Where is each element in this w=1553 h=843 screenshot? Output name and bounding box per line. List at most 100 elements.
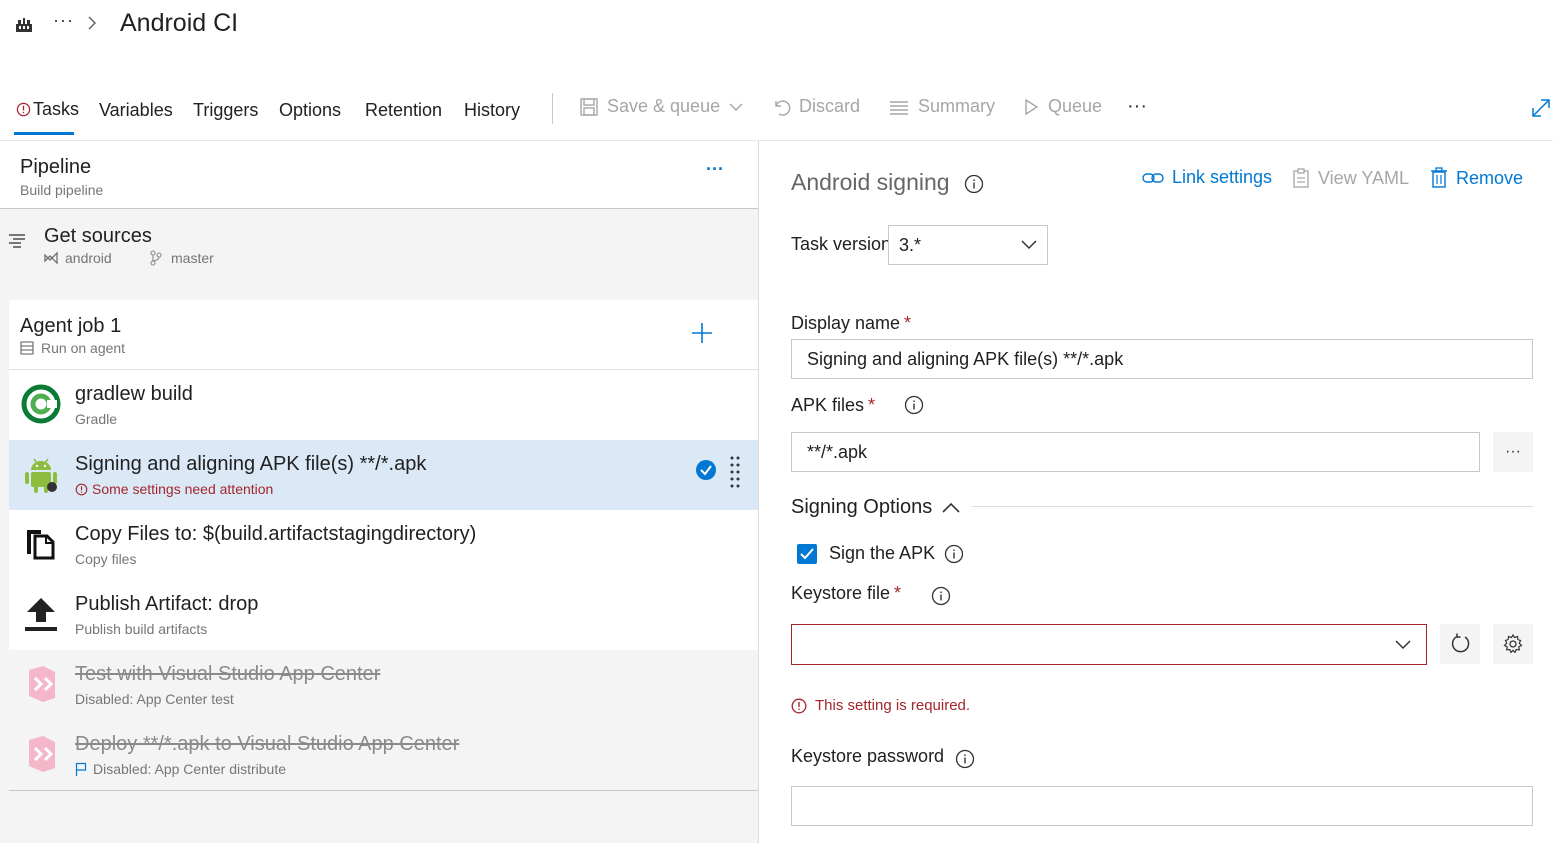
queue-button[interactable]: Queue <box>1022 96 1102 117</box>
breadcrumb-more-button[interactable]: ··· <box>53 10 74 31</box>
display-name-label: Display name * <box>791 313 911 334</box>
browse-button[interactable]: ··· <box>1493 432 1533 472</box>
task-list-bottom-border <box>9 790 758 791</box>
toolbar-more-button[interactable]: ··· <box>1127 95 1147 118</box>
sign-apk-label: Sign the APK <box>829 543 936 563</box>
task-row-copy-files[interactable]: Copy Files to: $(build.artifactstagingdi… <box>9 510 758 580</box>
summary-list-icon <box>890 100 908 115</box>
task-warning-text: Some settings need attention <box>92 481 274 497</box>
save-icon <box>580 97 598 116</box>
task-version-select[interactable]: 3.* <box>888 225 1048 265</box>
chevron-up-icon <box>942 502 960 513</box>
agent-job-header[interactable]: Agent job 1 Run on agent <box>9 300 758 370</box>
agent-job-subtitle: Run on agent <box>41 340 126 356</box>
expand-icon[interactable] <box>1530 97 1552 119</box>
refresh-icon <box>1451 633 1470 653</box>
chevron-down-icon <box>1395 639 1411 649</box>
sign-apk-checkbox[interactable]: Sign the APK <box>797 543 935 564</box>
task-row-publish-artifact[interactable]: Publish Artifact: drop Publish build art… <box>9 580 758 650</box>
remove-button[interactable]: Remove <box>1430 167 1523 189</box>
pipeline-icon <box>16 18 32 32</box>
flag-icon <box>75 762 87 776</box>
apk-files-value: **/*.apk <box>807 441 868 462</box>
tab-retention[interactable]: Retention <box>365 100 442 121</box>
server-icon <box>20 341 34 355</box>
selected-check-icon <box>696 460 716 480</box>
keystore-file-select[interactable] <box>791 624 1427 665</box>
discard-button[interactable]: Discard <box>771 96 860 117</box>
info-icon[interactable] <box>955 749 975 769</box>
play-icon <box>1025 98 1039 115</box>
keystore-password-input[interactable] <box>791 786 1533 826</box>
task-title: Deploy **/*.apk to Visual Studio App Cen… <box>75 733 460 755</box>
clipboard-icon <box>1293 168 1309 188</box>
pipeline-header[interactable]: Pipeline Build pipeline ··· <box>0 141 758 209</box>
keystore-password-label: Keystore password <box>791 746 945 766</box>
refresh-button[interactable] <box>1440 624 1480 664</box>
keystore-error: This setting is required. <box>791 697 970 714</box>
gradle-icon <box>21 384 61 424</box>
display-name-input[interactable]: Signing and aligning APK file(s) **/*.ap… <box>791 339 1533 379</box>
app-center-icon <box>29 666 55 702</box>
pipeline-subtitle: Build pipeline <box>20 182 104 198</box>
view-yaml-button[interactable]: View YAML <box>1292 167 1409 189</box>
tab-variables[interactable]: Variables <box>99 100 173 121</box>
apk-files-label-text: APK files <box>791 395 865 415</box>
task-details-title: Android signing <box>791 169 950 195</box>
keystore-file-label: Keystore file * <box>791 583 901 604</box>
keystore-error-text: This setting is required. <box>815 697 971 714</box>
branch-icon <box>150 250 162 266</box>
display-name-label-text: Display name <box>791 313 901 333</box>
task-subtitle: Publish build artifacts <box>75 621 208 637</box>
upload-icon <box>25 598 57 631</box>
add-task-icon[interactable] <box>691 322 713 344</box>
task-warning: Some settings need attention <box>75 481 273 497</box>
save-queue-button[interactable]: Save & queue <box>579 96 744 117</box>
info-icon[interactable] <box>904 395 924 415</box>
app-center-icon <box>29 736 55 772</box>
link-icon <box>1142 172 1164 183</box>
signing-options-label: Signing Options <box>791 496 933 518</box>
agent-job-title: Agent job 1 <box>20 315 122 337</box>
tab-history[interactable]: History <box>464 100 520 121</box>
summary-button[interactable]: Summary <box>888 96 995 117</box>
get-sources-title: Get sources <box>44 225 152 247</box>
tab-tasks[interactable]: Tasks <box>16 99 79 120</box>
queue-label: Queue <box>1048 96 1103 116</box>
task-row-app-center-test[interactable]: Test with Visual Studio App Center Disab… <box>9 650 758 720</box>
task-subtitle: Gradle <box>75 411 118 427</box>
repo-icon <box>44 251 58 265</box>
task-subtitle: Disabled: App Center test <box>75 691 234 707</box>
page-title: Android CI <box>120 9 239 37</box>
undo-icon <box>775 99 791 116</box>
trash-icon <box>1431 167 1447 188</box>
copy-files-icon <box>27 530 55 560</box>
tab-options[interactable]: Options <box>279 100 341 121</box>
discard-label: Discard <box>799 96 861 116</box>
info-icon[interactable] <box>931 586 951 606</box>
android-icon <box>25 458 57 493</box>
info-icon[interactable] <box>964 174 984 194</box>
required-mark: * <box>894 583 902 603</box>
task-row-app-center-deploy[interactable]: Deploy **/*.apk to Visual Studio App Cen… <box>9 720 758 790</box>
task-row-android-signing[interactable]: Signing and aligning APK file(s) **/*.ap… <box>9 440 758 510</box>
link-settings-button[interactable]: Link settings <box>1142 167 1272 188</box>
tab-triggers[interactable]: Triggers <box>193 100 258 121</box>
repo-name: android <box>65 250 112 266</box>
apk-files-input[interactable]: **/*.apk <box>791 432 1480 472</box>
get-sources-row[interactable]: Get sources android master <box>0 210 758 290</box>
task-subtitle: Disabled: App Center distribute <box>75 761 286 777</box>
drag-handle-icon[interactable] <box>729 455 741 493</box>
manage-button[interactable] <box>1493 624 1533 664</box>
info-icon[interactable] <box>944 544 964 564</box>
pipeline-more-button[interactable]: ··· <box>706 159 724 180</box>
active-tab-indicator <box>14 132 74 135</box>
task-title: Test with Visual Studio App Center <box>75 663 381 685</box>
warning-icon <box>16 102 31 117</box>
task-row-gradle[interactable]: gradlew build Gradle <box>9 370 758 440</box>
signing-options-toggle[interactable]: Signing Options <box>791 496 960 519</box>
apk-files-label: APK files * <box>791 395 875 416</box>
checkbox-checked-icon <box>797 543 817 564</box>
chevron-down-icon <box>729 102 743 111</box>
task-title: gradlew build <box>75 383 193 405</box>
